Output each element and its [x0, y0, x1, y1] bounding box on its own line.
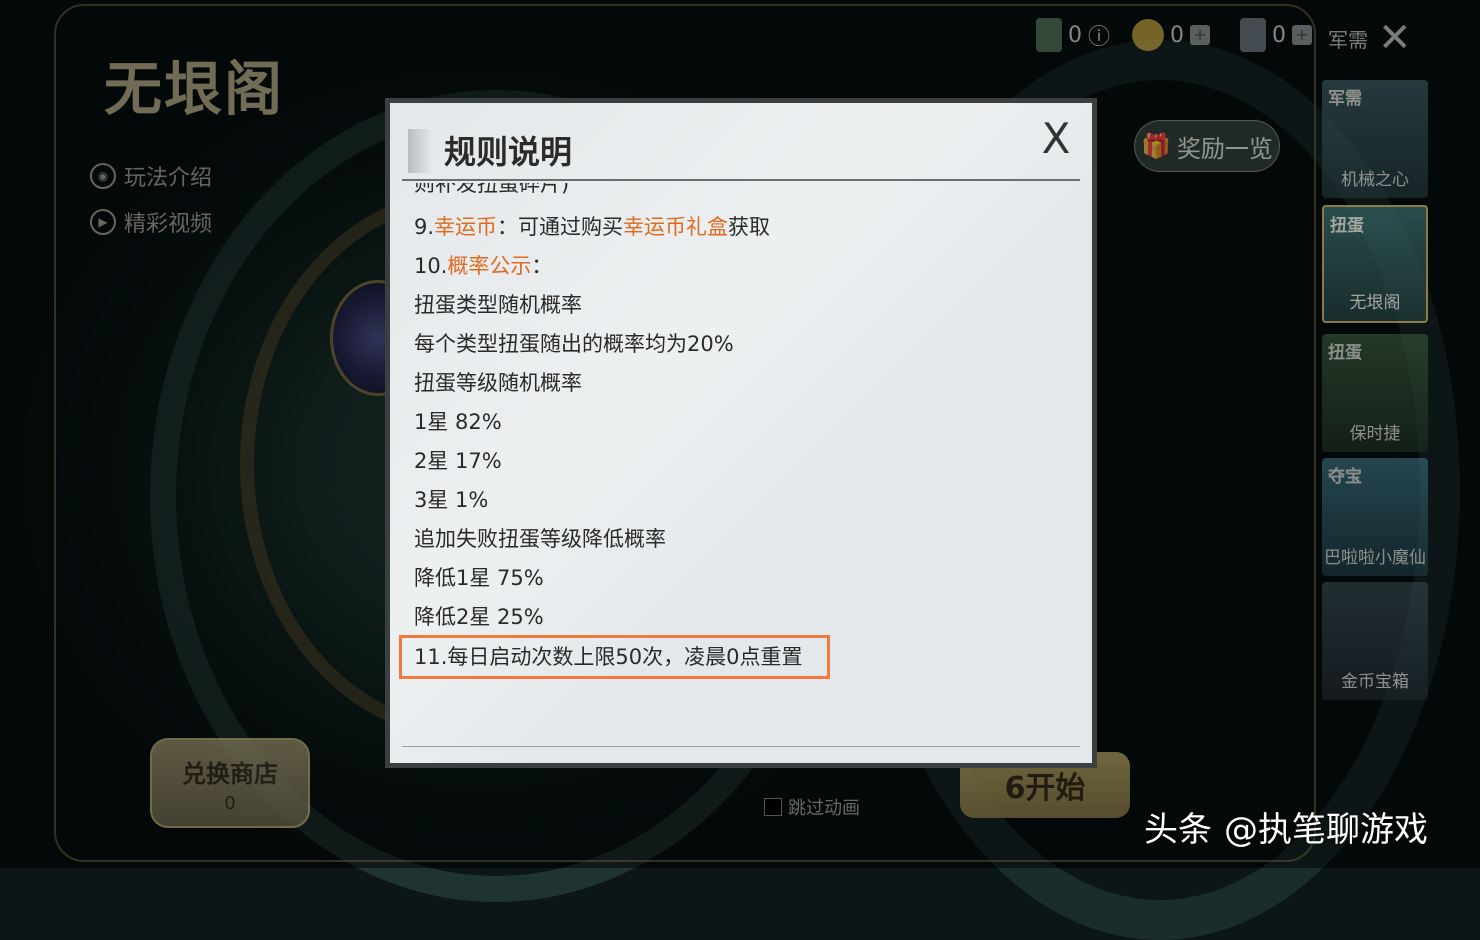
- rule-text: ：: [531, 254, 553, 278]
- add-coin-icon[interactable]: +: [1190, 25, 1211, 45]
- annotation-highlight-box: [399, 635, 830, 679]
- bottom-divider: [402, 746, 1080, 747]
- highlight-video-label: 精彩视频: [124, 212, 213, 237]
- rule-line: 1星 82%: [414, 410, 502, 434]
- event-tab-name: 金币宝箱: [1341, 672, 1409, 692]
- rule-highlight: 概率公示: [447, 254, 532, 278]
- event-tab-1[interactable]: 军需 机械之心: [1322, 80, 1428, 198]
- watermark-brand: 头条: [1144, 810, 1212, 850]
- rule-line: 降低2星 25%: [414, 605, 544, 629]
- close-icon[interactable]: ✕: [1378, 18, 1412, 58]
- watermark-account: @执笔聊游戏: [1224, 810, 1428, 850]
- rule-text: ：可通过购买: [497, 215, 624, 239]
- exchange-shop-count: 0: [224, 793, 236, 814]
- event-tab-tag: 军需: [1328, 89, 1362, 109]
- highlight-video-link[interactable]: ▶ 精彩视频: [90, 206, 212, 238]
- currency-value: 0: [1068, 22, 1082, 48]
- skip-animation-toggle[interactable]: 跳过动画: [764, 794, 860, 820]
- currency-gold-coin: 0 +: [1132, 19, 1211, 51]
- currency-gray-card: 0 +: [1240, 18, 1313, 52]
- rule-line: 降低1星 75%: [414, 566, 544, 590]
- add-card-icon[interactable]: +: [1292, 25, 1313, 45]
- currency-value: 0: [1170, 22, 1185, 48]
- rule-number: 10.: [414, 254, 448, 278]
- title-divider: [402, 179, 1080, 181]
- exchange-shop-button[interactable]: 兑换商店 0: [150, 738, 310, 828]
- checkbox-icon[interactable]: [764, 798, 782, 816]
- close-icon[interactable]: X: [1042, 114, 1071, 163]
- event-tab-name: 巴啦啦小魔仙: [1324, 548, 1426, 568]
- event-tab-tag: 夺宝: [1328, 467, 1362, 487]
- info-icon[interactable]: ⓘ: [1088, 19, 1110, 51]
- rule-line-probability: 10.概率公示：: [414, 252, 552, 280]
- event-tab-name: 无垠阁: [1349, 293, 1401, 313]
- dialog-close-button[interactable]: X: [1036, 118, 1076, 160]
- rule-line: 扭蛋等级随机概率: [414, 371, 582, 395]
- reward-list-label: 奖励一览: [1176, 134, 1273, 163]
- gray-card-icon: [1240, 18, 1267, 52]
- rule-line-lucky-coin: 9.幸运币：可通过购买幸运币礼盒获取: [414, 213, 770, 241]
- event-logo: 无垠阁: [104, 55, 285, 123]
- skip-animation-label: 跳过动画: [788, 798, 860, 819]
- event-tab-5[interactable]: 金币宝箱: [1322, 582, 1428, 700]
- rule-line: 则补发扭蛋碎片): [414, 183, 570, 196]
- play-icon: ▶: [90, 209, 116, 235]
- currency-value: 0: [1272, 22, 1287, 48]
- rule-line: 扭蛋类型随机概率: [414, 293, 582, 317]
- gift-icon: 🎁: [1141, 132, 1171, 160]
- event-tab-name: 保时捷: [1349, 424, 1401, 444]
- event-tab-4[interactable]: 夺宝 巴啦啦小魔仙: [1322, 458, 1428, 576]
- event-tab-tag: 扭蛋: [1330, 216, 1364, 236]
- rule-line: 2星 17%: [414, 449, 502, 473]
- title-decoration: [408, 129, 430, 173]
- dialog-title: 规则说明: [444, 133, 573, 171]
- event-tab-2[interactable]: 扭蛋 无垠阁: [1322, 205, 1428, 323]
- gameplay-intro-label: 玩法介绍: [124, 166, 213, 191]
- top-close-label: 军需: [1328, 27, 1368, 52]
- green-card-icon: [1036, 18, 1062, 52]
- rule-line: 追加失败扭蛋等级降低概率: [414, 527, 666, 551]
- event-tab-name: 机械之心: [1341, 170, 1409, 190]
- rule-line: 3星 1%: [414, 488, 489, 512]
- rule-number: 9.: [414, 215, 435, 239]
- event-tab-3[interactable]: 扭蛋 保时捷: [1322, 334, 1428, 452]
- rule-text: 获取: [728, 215, 771, 239]
- rule-highlight: 幸运币: [434, 215, 498, 239]
- gamepad-icon: ◉: [90, 163, 116, 189]
- currency-bar: 0 ⓘ 0 + 0 +: [1036, 18, 1313, 52]
- exchange-shop-label: 兑换商店: [182, 760, 278, 788]
- gold-coin-icon: [1132, 19, 1165, 51]
- rule-highlight: 幸运币礼盒: [623, 215, 729, 239]
- currency-green-card: 0 ⓘ: [1036, 18, 1110, 52]
- reward-list-button[interactable]: 🎁 奖励一览: [1134, 120, 1280, 172]
- rule-line: 每个类型扭蛋随出的概率均为20%: [414, 332, 734, 356]
- top-close-area[interactable]: 军需 ✕: [1328, 18, 1412, 58]
- event-tab-tag: 扭蛋: [1328, 343, 1362, 363]
- watermark: 头条 @执笔聊游戏: [1144, 802, 1428, 851]
- gameplay-intro-link[interactable]: ◉ 玩法介绍: [90, 160, 212, 192]
